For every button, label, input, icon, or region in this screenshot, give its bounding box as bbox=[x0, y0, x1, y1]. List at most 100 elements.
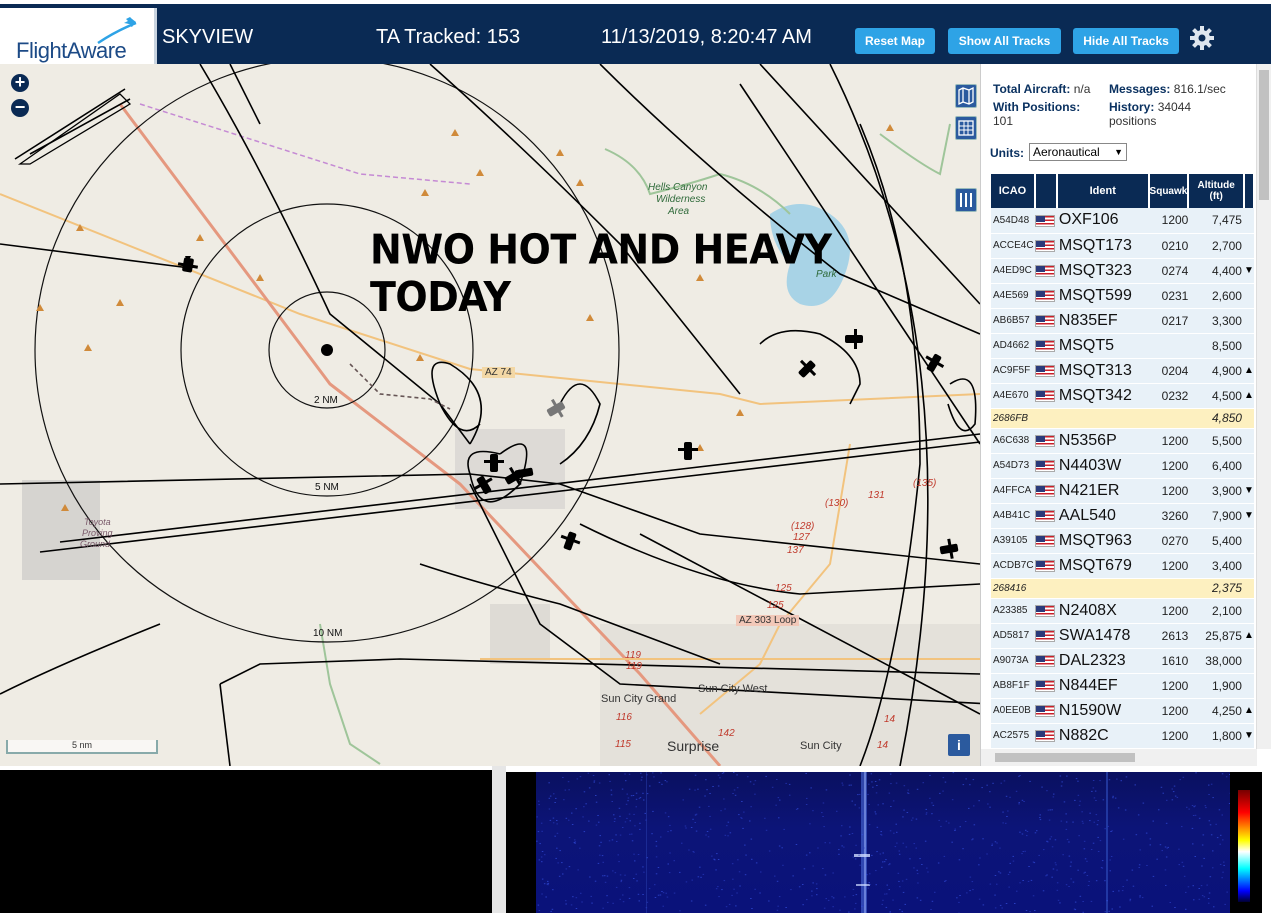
history-stat: History: 34044 positions bbox=[1109, 100, 1191, 128]
us-flag-icon bbox=[1034, 680, 1055, 693]
icao-cell: 2686FB bbox=[991, 408, 1035, 429]
grid-icon bbox=[958, 120, 974, 136]
aircraft-row[interactable]: ACCE4C MSQT173 0210 2,700 bbox=[991, 233, 1254, 259]
label-route-116: 116 bbox=[616, 712, 632, 723]
label-route-137: 137 bbox=[787, 545, 804, 556]
trend-cell bbox=[1243, 333, 1254, 359]
label-route-115: 115 bbox=[615, 739, 631, 750]
zoom-in-button[interactable]: + bbox=[11, 73, 29, 92]
us-flag-icon bbox=[1034, 215, 1055, 228]
trend-cell bbox=[1243, 673, 1254, 699]
trend-cell bbox=[1243, 553, 1254, 579]
aircraft-row[interactable]: A4ED9C MSQT323 0274 4,400 ▼ bbox=[991, 258, 1254, 284]
aircraft-row[interactable]: AD4662 MSQT5 8,500 bbox=[991, 333, 1254, 359]
label-route-125b: 125 bbox=[767, 600, 784, 611]
altitude-cell: 4,500 bbox=[1188, 383, 1244, 409]
trend-cell bbox=[1243, 408, 1254, 429]
ident-cell: N421ER bbox=[1056, 478, 1149, 504]
map-layers-button[interactable] bbox=[955, 84, 977, 108]
table-header-row: ICAO Ident Squawk Altitude (ft) bbox=[991, 174, 1256, 208]
col-ident[interactable]: Ident bbox=[1056, 174, 1150, 208]
icao-cell: ACCE4C bbox=[991, 233, 1035, 259]
us-flag-icon bbox=[1034, 510, 1055, 523]
overlay-caption: NWO HOT AND HEAVY TODAY bbox=[370, 225, 832, 321]
col-squawk-label: Squawk bbox=[1149, 185, 1188, 197]
ident-cell bbox=[1056, 578, 1149, 599]
aircraft-row[interactable]: AD5817 SWA1478 2613 25,875 ▲ bbox=[991, 623, 1254, 649]
us-flag-icon bbox=[1034, 390, 1055, 403]
trend-cell: ▲ bbox=[1243, 623, 1254, 649]
aircraft-row[interactable]: 2686FB 4,850 bbox=[991, 408, 1254, 429]
altitude-cell: 4,850 bbox=[1188, 408, 1244, 429]
flag-cell bbox=[1034, 478, 1057, 504]
aircraft-row[interactable]: A4B41C AAL540 3260 7,900 ▼ bbox=[991, 503, 1254, 529]
aircraft-row[interactable]: A54D73 N4403W 1200 6,400 bbox=[991, 453, 1254, 479]
aircraft-row[interactable]: A4FFCA N421ER 1200 3,900 ▼ bbox=[991, 478, 1254, 504]
icao-cell: AC9F5F bbox=[991, 358, 1035, 384]
aircraft-row[interactable]: A9073A DAL2323 1610 38,000 bbox=[991, 648, 1254, 674]
gear-icon[interactable] bbox=[1188, 24, 1216, 52]
messages-label: Messages: bbox=[1109, 82, 1171, 96]
squawk-cell: 3260 bbox=[1148, 503, 1189, 529]
units-label: Units: bbox=[990, 146, 1024, 160]
altitude-cell: 25,875 bbox=[1188, 623, 1244, 649]
flag-cell bbox=[1034, 283, 1057, 309]
flag-cell bbox=[1034, 648, 1057, 674]
trend-cell bbox=[1243, 648, 1254, 674]
aircraft-row[interactable]: AC9F5F MSQT313 0204 4,900 ▲ bbox=[991, 358, 1254, 384]
map-view[interactable]: 2 NM 5 NM 10 NM Hells Canyon Wilderness … bbox=[0, 64, 980, 766]
us-flag-icon bbox=[1034, 435, 1055, 448]
reset-map-button[interactable]: Reset Map bbox=[855, 28, 935, 54]
altitude-cell: 5,500 bbox=[1188, 428, 1244, 454]
us-flag-icon bbox=[1034, 315, 1055, 328]
aircraft-row[interactable]: ACDB7C MSQT679 1200 3,400 bbox=[991, 553, 1254, 579]
aircraft-row[interactable]: A4E670 MSQT342 0232 4,500 ▲ bbox=[991, 383, 1254, 409]
label-az74: AZ 74 bbox=[482, 367, 515, 378]
col-squawk[interactable]: Squawk bbox=[1148, 174, 1190, 208]
horizontal-scrollbar[interactable] bbox=[981, 749, 1257, 766]
waterfall-noise bbox=[536, 772, 1230, 913]
squawk-cell: 1200 bbox=[1148, 598, 1189, 624]
altitude-cell: 2,700 bbox=[1188, 233, 1244, 259]
flag-cell bbox=[1034, 598, 1057, 624]
aircraft-table: ICAO Ident Squawk Altitude (ft) A54D48 OXF… bbox=[991, 174, 1256, 749]
airspace-boundary bbox=[139, 103, 471, 185]
altitude-cell: 1,800 bbox=[1188, 723, 1244, 749]
label-wilderness: Wilderness bbox=[656, 194, 706, 205]
flightaware-logo[interactable]: FlightAware bbox=[0, 8, 157, 68]
col-flag[interactable] bbox=[1034, 174, 1058, 208]
vertical-scrollbar[interactable] bbox=[1256, 64, 1271, 749]
urban-area-2 bbox=[490, 604, 550, 664]
aircraft-row[interactable]: A6C638 N5356P 1200 5,500 bbox=[991, 428, 1254, 454]
squawk-cell: 1200 bbox=[1148, 428, 1189, 454]
altitude-cell: 3,900 bbox=[1188, 478, 1244, 504]
show-all-tracks-button[interactable]: Show All Tracks bbox=[948, 28, 1061, 54]
zoom-out-button[interactable]: − bbox=[11, 98, 29, 117]
aircraft-row[interactable]: A4E569 MSQT599 0231 2,600 bbox=[991, 283, 1254, 309]
info-button[interactable]: i bbox=[948, 734, 970, 756]
col-altitude[interactable]: Altitude (ft) bbox=[1188, 174, 1245, 208]
icao-cell: A0EE0B bbox=[991, 698, 1035, 724]
total-aircraft-stat: Total Aircraft: n/a bbox=[993, 82, 1090, 96]
aircraft-row[interactable]: A23385 N2408X 1200 2,100 bbox=[991, 598, 1254, 624]
aircraft-row[interactable]: AB6B57 N835EF 0217 3,300 bbox=[991, 308, 1254, 334]
column-toggle-button[interactable] bbox=[955, 188, 977, 212]
aircraft-row[interactable]: AB8F1F N844EF 1200 1,900 bbox=[991, 673, 1254, 699]
trend-cell: ▲ bbox=[1243, 358, 1254, 384]
us-flag-icon bbox=[1034, 460, 1055, 473]
squawk-cell: 0217 bbox=[1148, 308, 1189, 334]
aircraft-row[interactable]: 268416 2,375 bbox=[991, 578, 1254, 599]
flag-cell bbox=[1034, 408, 1057, 429]
hide-all-tracks-button[interactable]: Hide All Tracks bbox=[1073, 28, 1179, 54]
grid-toggle-button[interactable] bbox=[955, 116, 977, 140]
horizontal-scrollbar-thumb[interactable] bbox=[995, 753, 1135, 762]
aircraft-row[interactable]: A39105 MSQT963 0270 5,400 bbox=[991, 528, 1254, 554]
us-flag-icon bbox=[1034, 290, 1055, 303]
panel-divider bbox=[492, 766, 506, 913]
units-select[interactable]: Aeronautical bbox=[1029, 143, 1127, 161]
aircraft-row[interactable]: A0EE0B N1590W 1200 4,250 ▲ bbox=[991, 698, 1254, 724]
col-icao[interactable]: ICAO bbox=[991, 174, 1036, 208]
aircraft-row[interactable]: AC2575 N882C 1200 1,800 ▼ bbox=[991, 723, 1254, 749]
vertical-scrollbar-thumb[interactable] bbox=[1259, 70, 1269, 200]
aircraft-row[interactable]: A54D48 OXF106 1200 7,475 bbox=[991, 208, 1254, 234]
